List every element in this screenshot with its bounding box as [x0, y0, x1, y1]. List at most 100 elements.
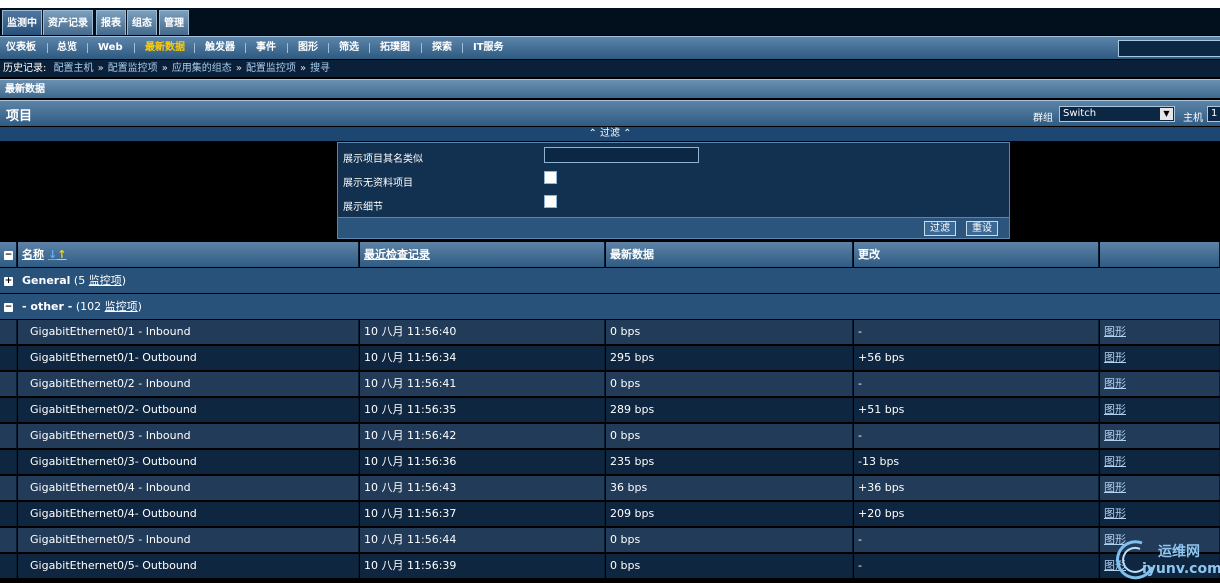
subnav-graphs[interactable]: 图形: [298, 37, 318, 59]
subnav-triggers[interactable]: 触发器: [205, 37, 235, 59]
cell-name: GigabitEthernet0/4 - Inbound: [18, 476, 359, 500]
expand-group-toggle[interactable]: +: [4, 268, 13, 293]
graph-link[interactable]: 图形: [1104, 377, 1126, 390]
row-spacer: [0, 424, 17, 448]
cell-graph: 图形: [1100, 502, 1220, 526]
table-row: GigabitEthernet0/3 - Inbound 10 八月 11:56:…: [0, 424, 1220, 449]
cell-graph: 图形: [1100, 320, 1220, 344]
filter-toggle[interactable]: ⌃ 过滤 ⌃: [0, 127, 1220, 141]
collapse-group-toggle[interactable]: −: [4, 294, 13, 319]
filter-name-label: 展示项目其名类似: [343, 154, 423, 165]
history-link[interactable]: 配置监控项: [108, 63, 158, 74]
reset-button[interactable]: 重设: [966, 221, 998, 236]
filter-footer: 过滤 重设: [338, 217, 1009, 238]
cell-graph: 图形: [1100, 424, 1220, 448]
col-header-graph: [1100, 242, 1220, 267]
row-spacer: [0, 320, 17, 344]
history-link[interactable]: 应用集的组态: [172, 63, 232, 74]
subnav-it-services[interactable]: IT服务: [473, 37, 504, 59]
cell-name: GigabitEthernet0/1- Outbound: [18, 346, 359, 370]
cell-name: GigabitEthernet0/5- Outbound: [18, 554, 359, 578]
subnav-dashboard[interactable]: 仪表板: [6, 37, 36, 59]
tab-administration[interactable]: 管理: [159, 10, 189, 35]
graph-link[interactable]: 图形: [1104, 351, 1126, 364]
cell-last-value: 289 bps: [606, 398, 853, 422]
graph-link[interactable]: 图形: [1104, 507, 1126, 520]
sub-nav: 仪表板 总览 Web 最新数据 触发器 事件 图形 筛选 拓璞图 探索 IT服务: [0, 36, 1220, 59]
group-select[interactable]: Switch ▼: [1059, 106, 1175, 122]
history-link[interactable]: 配置主机: [54, 63, 94, 74]
section-title: 最新数据: [0, 79, 1220, 98]
filter-name-input[interactable]: [544, 147, 699, 163]
cell-last-check: 10 八月 11:56:36: [360, 450, 605, 474]
breadcrumb-separator: »: [161, 63, 168, 74]
separator: [194, 43, 195, 53]
separator: [287, 43, 288, 53]
group-name: General: [22, 274, 71, 287]
separator: [245, 43, 246, 53]
cell-last-check: 10 八月 11:56:43: [360, 476, 605, 500]
subnav-maps[interactable]: 拓璞图: [380, 37, 410, 59]
search-input[interactable]: [1118, 40, 1220, 57]
group-count: (5 监控项): [73, 274, 126, 287]
cell-change: +56 bps: [854, 346, 1099, 370]
subnav-discovery[interactable]: 探索: [432, 37, 452, 59]
subnav-events[interactable]: 事件: [256, 37, 276, 59]
subnav-screens[interactable]: 筛选: [339, 37, 359, 59]
cell-change: -: [854, 424, 1099, 448]
group-name: - other -: [22, 300, 73, 313]
graph-link[interactable]: 图形: [1104, 429, 1126, 442]
collapse-all-toggle[interactable]: −: [0, 242, 17, 267]
table-row: GigabitEthernet0/1 - Inbound 10 八月 11:56:…: [0, 320, 1220, 345]
cell-name: GigabitEthernet0/5 - Inbound: [18, 528, 359, 552]
tab-configuration[interactable]: 组态: [127, 10, 157, 35]
subnav-latest-data[interactable]: 最新数据: [145, 37, 185, 59]
history-link[interactable]: 搜寻: [310, 63, 330, 74]
subnav-web[interactable]: Web: [98, 37, 123, 59]
cell-last-value: 0 bps: [606, 372, 853, 396]
filter-details-checkbox[interactable]: [544, 195, 557, 208]
graph-link[interactable]: 图形: [1104, 325, 1126, 338]
filter-button[interactable]: 过滤: [924, 221, 956, 236]
group-select-value: Switch: [1063, 108, 1097, 119]
cell-change: -: [854, 372, 1099, 396]
history-link[interactable]: 配置监控项: [246, 63, 296, 74]
cell-last-value: 209 bps: [606, 502, 853, 526]
col-header-name[interactable]: 名称 ↓↑: [18, 242, 359, 267]
cell-graph: 图形: [1100, 476, 1220, 500]
watermark: 运维网 iyunv.com: [1112, 537, 1220, 583]
filter-no-data-checkbox[interactable]: [544, 171, 557, 184]
subnav-overview[interactable]: 总览: [57, 37, 77, 59]
cell-name: GigabitEthernet0/4- Outbound: [18, 502, 359, 526]
cell-change: +36 bps: [854, 476, 1099, 500]
tab-monitoring[interactable]: 监测中: [2, 10, 42, 35]
cell-last-check: 10 八月 11:56:39: [360, 554, 605, 578]
group-row-other: − - other - (102 监控项): [0, 294, 1220, 319]
graph-link[interactable]: 图形: [1104, 455, 1126, 468]
group-row-general: + General (5 监控项): [0, 268, 1220, 293]
cell-graph: 图形: [1100, 346, 1220, 370]
graph-link[interactable]: 图形: [1104, 403, 1126, 416]
tab-inventory[interactable]: 资产记录: [43, 10, 93, 35]
cell-name: GigabitEthernet0/1 - Inbound: [18, 320, 359, 344]
cell-graph: 图形: [1100, 450, 1220, 474]
cell-last-value: 36 bps: [606, 476, 853, 500]
col-header-last-check-label: 最近检查记录: [364, 248, 430, 261]
cell-name: GigabitEthernet0/2- Outbound: [18, 398, 359, 422]
items-header: 项目 群组 Switch ▼ 主机 1: [0, 100, 1220, 126]
col-header-last-check[interactable]: 最近检查记录: [360, 242, 605, 267]
filter-panel: 展示项目其名类似 展示无资料项目 展示细节 过滤 重设: [337, 142, 1010, 239]
filter-details-label: 展示细节: [343, 202, 383, 213]
tab-reports[interactable]: 报表: [96, 10, 126, 35]
row-spacer: [0, 502, 17, 526]
cell-last-check: 10 八月 11:56:34: [360, 346, 605, 370]
col-header-last-value: 最新数据: [606, 242, 853, 267]
group-count-link[interactable]: 监控项: [105, 300, 138, 313]
cell-name: GigabitEthernet0/3 - Inbound: [18, 424, 359, 448]
minus-box-icon: −: [4, 301, 13, 312]
graph-link[interactable]: 图形: [1104, 481, 1126, 494]
row-spacer: [0, 554, 17, 578]
group-count-link[interactable]: 监控项: [89, 274, 122, 287]
host-select[interactable]: 1: [1207, 106, 1220, 122]
breadcrumb-separator: »: [235, 63, 242, 74]
